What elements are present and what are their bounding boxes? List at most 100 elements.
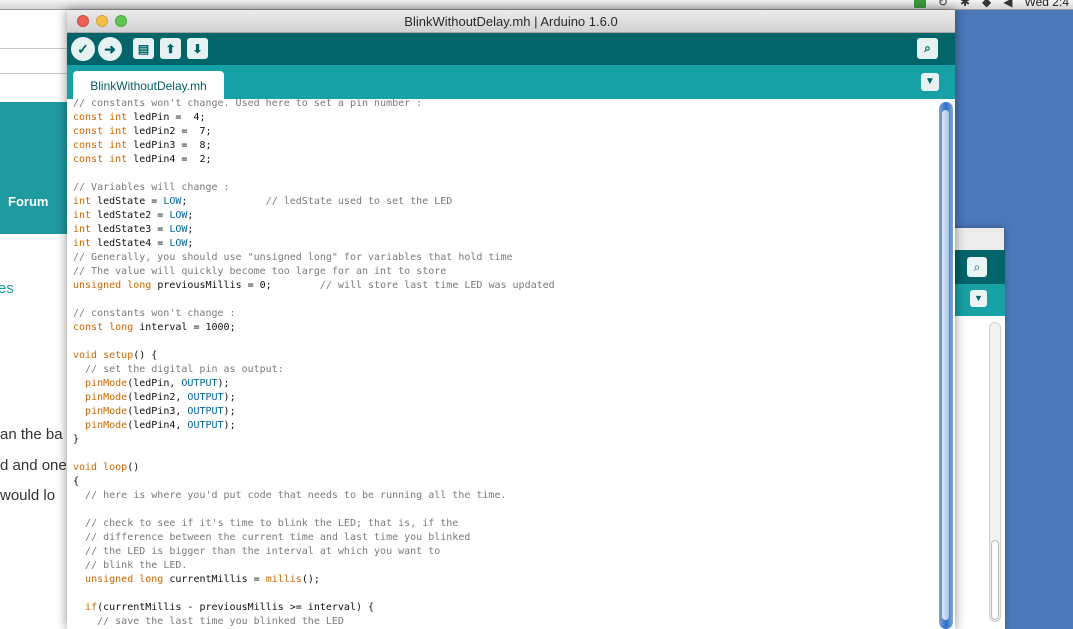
code-token: OUTPUT <box>187 420 224 431</box>
code-line[interactable]: const int ledPin3 = 8; <box>73 139 555 153</box>
bluetooth-icon[interactable]: ✱ <box>960 0 970 9</box>
tab-bar: BlinkWithoutDelay.mh ▼ <box>67 65 955 99</box>
code-line[interactable]: // blink the LED. <box>73 559 555 573</box>
code-editor[interactable]: // constants won't change. Used here to … <box>67 99 955 629</box>
code-line[interactable] <box>73 293 555 307</box>
code-token: const <box>73 126 104 137</box>
code-line[interactable]: // check to see if it's time to blink th… <box>73 517 555 531</box>
code-line[interactable]: // constants won't change. Used here to … <box>73 99 555 111</box>
code-line[interactable] <box>73 503 555 517</box>
page-link-fragment[interactable]: es <box>0 280 14 297</box>
code-token: // The value will quickly become too lar… <box>73 266 447 277</box>
code-token: LOW <box>169 210 188 221</box>
code-line[interactable]: } <box>73 433 555 447</box>
code-token: } <box>73 434 80 445</box>
window-titlebar[interactable]: BlinkWithoutDelay.mh | Arduino 1.6.0 <box>67 10 955 33</box>
code-line[interactable] <box>73 587 555 601</box>
code-token: millis <box>265 574 302 585</box>
code-token: int <box>109 140 128 151</box>
code-line[interactable]: const long interval = 1000; <box>73 321 555 335</box>
code-token: // ledState used to set the LED <box>265 196 453 207</box>
code-token: { <box>73 476 80 487</box>
code-line[interactable] <box>73 335 555 349</box>
code-token: (); <box>301 574 320 585</box>
code-line[interactable]: const int ledPin4 = 2; <box>73 153 555 167</box>
app-status-icon[interactable] <box>913 0 926 8</box>
time-machine-icon[interactable]: ↻ <box>938 0 948 9</box>
scrollbar-thumb[interactable] <box>991 540 999 620</box>
code-token: OUTPUT <box>187 406 224 417</box>
verify-button[interactable]: ✓ <box>71 37 95 61</box>
code-line[interactable]: if(currentMillis - previousMillis >= int… <box>73 601 555 615</box>
code-token: currentMillis = <box>163 574 266 585</box>
code-line[interactable] <box>73 167 555 181</box>
code-line[interactable]: void setup() { <box>73 349 555 363</box>
browser-address-bar[interactable] <box>0 48 72 74</box>
code-line[interactable]: pinMode(ledPin, OUTPUT); <box>73 377 555 391</box>
vertical-scrollbar[interactable] <box>939 102 953 629</box>
code-line[interactable]: { <box>73 475 555 489</box>
code-line[interactable]: // Variables will change : <box>73 181 555 195</box>
code-line[interactable]: // Generally, you should use "unsigned l… <box>73 251 555 265</box>
code-text[interactable]: // constants won't change. Used here to … <box>73 99 555 629</box>
code-token: ledPin = 4; <box>127 112 206 123</box>
code-line[interactable]: // here is where you'd put code that nee… <box>73 489 555 503</box>
wifi-icon[interactable]: ◆ <box>982 0 991 9</box>
code-line[interactable]: int ledState = LOW; // ledState used to … <box>73 195 555 209</box>
tab-menu-icon[interactable]: ▼ <box>970 290 987 307</box>
code-line[interactable]: // constants won't change : <box>73 307 555 321</box>
code-line[interactable]: // the LED is bigger than the interval a… <box>73 545 555 559</box>
code-line[interactable]: const int ledPin2 = 7; <box>73 125 555 139</box>
serial-monitor-button[interactable]: ⌕ <box>917 38 938 59</box>
code-line[interactable] <box>73 447 555 461</box>
code-token: OUTPUT <box>187 392 224 403</box>
code-line[interactable]: pinMode(ledPin2, OUTPUT); <box>73 391 555 405</box>
volume-icon[interactable]: ◀ <box>1003 0 1012 9</box>
code-token: (currentMillis - previousMillis >= inter… <box>97 602 375 613</box>
tab-blinkwithoutdelay[interactable]: BlinkWithoutDelay.mh <box>73 71 224 99</box>
code-line[interactable]: // set the digital pin as output: <box>73 363 555 377</box>
nav-forum-link[interactable]: Forum <box>8 194 48 209</box>
code-token: int <box>73 224 92 235</box>
code-token: pinMode <box>85 378 128 389</box>
code-line[interactable]: // The value will quickly become too lar… <box>73 265 555 279</box>
code-token: // the LED is bigger than the interval a… <box>85 546 441 557</box>
code-line[interactable]: pinMode(ledPin3, OUTPUT); <box>73 405 555 419</box>
code-line[interactable]: int ledState4 = LOW; <box>73 237 555 251</box>
background-arduino-window[interactable]: ⌕ ▼ <box>950 228 1005 629</box>
upload-button[interactable]: ➜ <box>98 37 122 61</box>
background-browser-window: Forum es an the ba d and one would lo <box>0 10 72 629</box>
code-line[interactable]: void loop() <box>73 461 555 475</box>
code-token: ); <box>217 378 230 389</box>
code-line[interactable]: int ledState2 = LOW; <box>73 209 555 223</box>
menubar-clock[interactable]: Wed 2:4 <box>1025 0 1069 9</box>
code-token: ledState4 = <box>91 238 170 249</box>
code-line[interactable]: unsigned long currentMillis = millis(); <box>73 573 555 587</box>
code-line[interactable]: // save the last time you blinked the LE… <box>73 615 555 629</box>
code-token: (ledPin4, <box>127 420 188 431</box>
code-token: long <box>139 574 164 585</box>
body-text-line: an the ba <box>0 426 63 443</box>
code-line[interactable]: int ledState3 = LOW; <box>73 223 555 237</box>
code-token: long <box>127 280 152 291</box>
menu-extras: ↻ ✱ ◆ ◀ Wed 2:4 <box>913 0 1069 9</box>
serial-monitor-icon[interactable]: ⌕ <box>967 257 987 277</box>
save-sketch-button[interactable]: ⬇ <box>187 38 208 59</box>
code-token: int <box>73 210 92 221</box>
code-token: int <box>73 238 92 249</box>
new-sketch-button[interactable]: ▤ <box>133 38 154 59</box>
open-sketch-button[interactable]: ⬆ <box>160 38 181 59</box>
tab-menu-button[interactable]: ▼ <box>921 73 939 91</box>
code-line[interactable]: pinMode(ledPin4, OUTPUT); <box>73 419 555 433</box>
scrollbar-thumb[interactable] <box>942 110 949 620</box>
code-token: const <box>73 154 104 165</box>
code-token: LOW <box>169 238 188 249</box>
code-line[interactable]: unsigned long previousMillis = 0; // wil… <box>73 279 555 293</box>
code-line[interactable]: // difference between the current time a… <box>73 531 555 545</box>
code-token: LOW <box>163 196 182 207</box>
code-line[interactable]: const int ledPin = 4; <box>73 111 555 125</box>
